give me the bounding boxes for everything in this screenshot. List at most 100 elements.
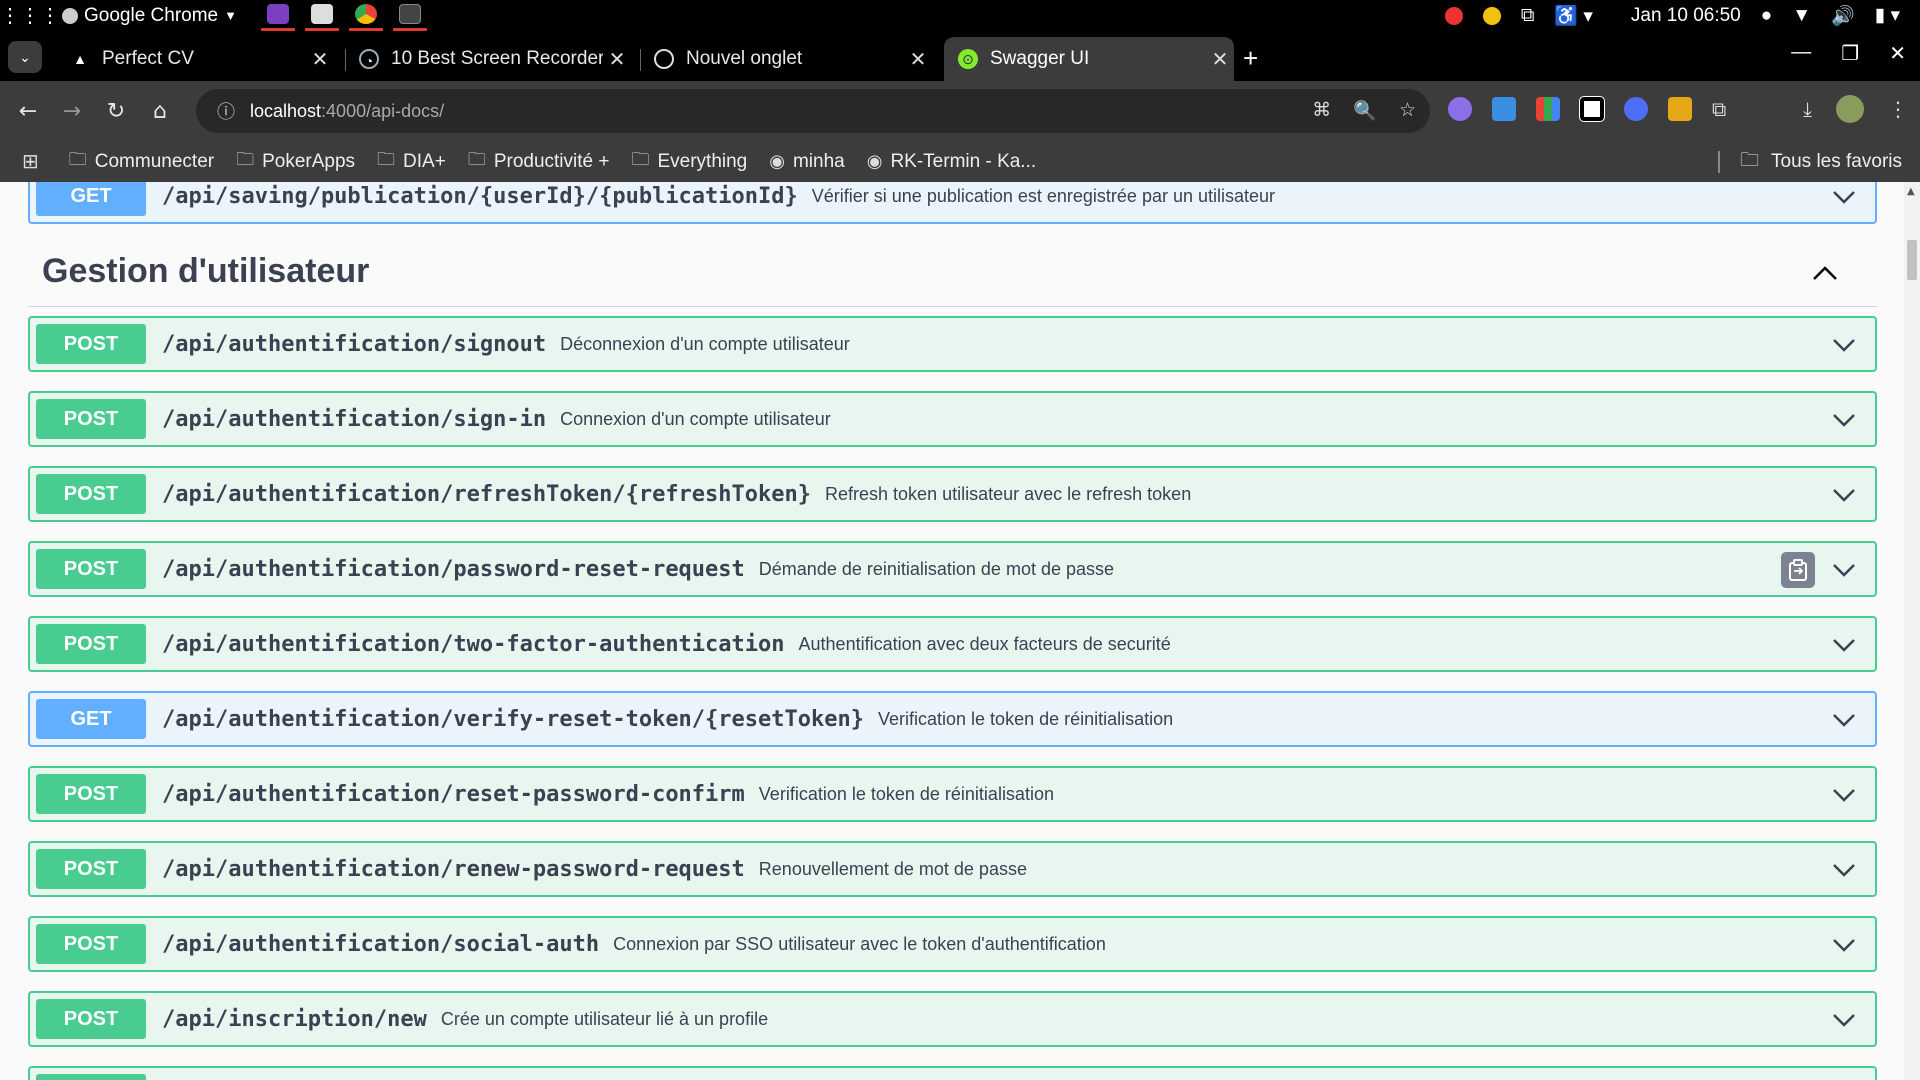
opblock-saving-publication[interactable]: GET /api/saving/publication/{userId}/{pu…	[28, 182, 1877, 224]
chevron-down-icon[interactable]	[1829, 330, 1859, 360]
opblock-api-authentification-sign-in[interactable]: POST/api/authentification/sign-in Connexi…	[28, 391, 1877, 447]
clock[interactable]: Jan 10 06:50	[1631, 5, 1741, 27]
apps-shortcut-icon[interactable]: ⊞	[22, 149, 39, 174]
scroll-up-icon[interactable]: ▲	[1907, 186, 1915, 197]
opblock-api-authentification-two-factor-authentication[interactable]: POST/api/authentification/two-factor-aut…	[28, 616, 1877, 672]
chevron-down-icon[interactable]	[1829, 555, 1859, 585]
volume-icon[interactable]: 🔊	[1831, 4, 1855, 28]
opblock-api-authentification-renew-password-request[interactable]: POST/api/authentification/renew-password…	[28, 841, 1877, 897]
opblock-api-authentification-password-reset-request[interactable]: POST/api/authentification/password-reset…	[28, 541, 1877, 597]
translate-icon[interactable]: ⌘	[1312, 99, 1331, 122]
bookmarks-bar: ⊞ 🗀 Communecter 🗀 PokerApps 🗀 DIA+ 🗀 Product…	[0, 141, 1920, 182]
extension-color-icon[interactable]	[1536, 97, 1560, 121]
profile-avatar[interactable]	[1836, 95, 1864, 123]
chevron-down-icon[interactable]	[1829, 930, 1859, 960]
restore-icon[interactable]: ❐	[1841, 41, 1859, 66]
chevron-down-icon[interactable]	[1829, 780, 1859, 810]
extension-yellow-icon[interactable]	[1668, 97, 1692, 121]
bookmark-rk-termin[interactable]: ◉ RK-Termin - Ka...	[867, 151, 1036, 173]
close-tab-icon[interactable]: ✕	[603, 47, 631, 72]
back-arrow-icon[interactable]: ←	[6, 89, 50, 133]
chevron-up-icon[interactable]	[1808, 256, 1842, 290]
tab-title: Perfect CV	[102, 48, 194, 69]
close-tab-icon[interactable]: ✕	[306, 47, 334, 72]
active-app-menu[interactable]: Google Chrome ▼	[62, 5, 237, 27]
tab-swagger-ui[interactable]: ⊙ Swagger UI ✕	[944, 37, 1234, 81]
chevron-down-icon[interactable]	[1829, 630, 1859, 660]
chrome-app-icon[interactable]	[349, 0, 383, 31]
text-editor-icon[interactable]	[305, 0, 339, 31]
bookmark-communecter[interactable]: 🗀 Communecter	[69, 147, 214, 177]
opblock-api-inscription-new[interactable]: POST/api/inscription/new Crée un compte u…	[28, 991, 1877, 1047]
opblock-api-authentification-verify-reset-token-resettoken[interactable]: GET/api/authentification/verify-reset-to…	[28, 691, 1877, 747]
all-bookmarks[interactable]: 🗀 Tous les favoris	[1718, 141, 1902, 182]
bookmark-minha[interactable]: ◉ minha	[769, 151, 844, 173]
section-title[interactable]: Gestion d'utilisateur	[42, 252, 369, 291]
new-tab-plus-icon[interactable]: +	[1243, 43, 1258, 74]
close-tab-icon[interactable]: ✕	[904, 47, 932, 72]
reload-icon[interactable]: ↻	[94, 89, 138, 133]
menu-kebab-icon[interactable]: ⋮	[1888, 97, 1908, 121]
method-badge: POST	[36, 399, 146, 439]
apps-grid-icon[interactable]: ⋮⋮⋮	[0, 3, 60, 28]
operation-summary: Connexion d'un compte utilisateur	[560, 408, 831, 429]
extension-purple-icon[interactable]	[1448, 97, 1472, 121]
method-badge: POST	[36, 324, 146, 364]
bookmark-productivite[interactable]: 🗀 Productivité +	[468, 147, 610, 177]
browser-toolbar: ← → ↻ ⌂ ⓘ localhost:4000/api-docs/ ⌘ 🔍 ☆…	[0, 81, 1920, 141]
chevron-down-icon[interactable]	[1829, 182, 1859, 212]
opblock-api-authentification-social-auth[interactable]: POST/api/authentification/social-auth Con…	[28, 916, 1877, 972]
method-badge: POST	[36, 774, 146, 814]
chevron-down-icon[interactable]	[1829, 480, 1859, 510]
minimize-icon[interactable]: —	[1791, 41, 1811, 66]
tab-perfect-cv[interactable]: ▲ Perfect CV ✕	[56, 37, 334, 81]
opblock-api-authentification-refreshtoken-refreshtoken[interactable]: POST/api/authentification/refreshToken/{…	[28, 466, 1877, 522]
page-scrollbar[interactable]: ▲	[1904, 182, 1920, 1080]
close-window-icon[interactable]: ✕	[1889, 41, 1906, 66]
do-not-disturb-icon[interactable]	[1444, 6, 1463, 25]
tab-nouvel-onglet[interactable]: Nouvel onglet ✕	[640, 37, 932, 81]
terminal-icon[interactable]	[393, 0, 427, 31]
bookmark-label: DIA+	[403, 150, 446, 172]
github-desktop-icon[interactable]	[261, 0, 295, 31]
battery-icon[interactable]: ▮ ▾	[1875, 4, 1900, 27]
tab-search-button[interactable]: ⌄	[8, 41, 42, 73]
forward-arrow-icon[interactable]: →	[50, 89, 94, 133]
notification-icon[interactable]	[1482, 6, 1501, 25]
screen: ⋮⋮⋮ Google Chrome ▼ ⧉ ♿ ▾ Jan 10 06:50 ●…	[0, 0, 1920, 1080]
chevron-down-icon[interactable]	[1829, 1005, 1859, 1035]
bookmark-star-icon[interactable]: ☆	[1399, 99, 1416, 122]
opblock-partial[interactable]: POST	[28, 1066, 1877, 1080]
opblock-api-authentification-reset-password-confirm[interactable]: POST/api/authentification/reset-password…	[28, 766, 1877, 822]
method-badge: POST	[36, 549, 146, 589]
extensions-puzzle-icon[interactable]: ⧉	[1712, 97, 1726, 121]
bookmark-pokerapps[interactable]: 🗀 PokerApps	[236, 147, 355, 177]
extension-snowflake-icon[interactable]	[1624, 97, 1648, 121]
download-icon[interactable]: ⤓	[1803, 97, 1812, 121]
close-tab-icon[interactable]: ✕	[1206, 47, 1234, 72]
extension-square-icon[interactable]	[1579, 96, 1605, 122]
bookmark-everything[interactable]: 🗀 Everything	[631, 147, 747, 177]
perfect-cv-favicon: ▲	[73, 51, 87, 67]
zoom-icon[interactable]: 🔍	[1353, 99, 1377, 122]
extension-blue-icon[interactable]	[1492, 97, 1516, 121]
home-icon[interactable]: ⌂	[138, 89, 182, 133]
bookmark-label: PokerApps	[262, 150, 356, 172]
operation-path: /api/authentification/sign-in	[162, 406, 547, 432]
tab-screen-recorder[interactable]: ◔ 10 Best Screen Recorder ✕	[345, 37, 631, 81]
chevron-down-icon[interactable]	[1829, 405, 1859, 435]
folder-icon: 🗀	[1740, 149, 1760, 171]
chevron-down-icon[interactable]	[1829, 855, 1859, 885]
site-info-icon[interactable]: ⓘ	[208, 98, 244, 124]
scroll-thumb[interactable]	[1907, 240, 1917, 280]
screen-share-icon[interactable]: ⧉	[1521, 5, 1535, 27]
wifi-icon[interactable]: ▼	[1792, 5, 1811, 27]
address-bar[interactable]: ⓘ localhost:4000/api-docs/ ⌘ 🔍 ☆	[196, 89, 1430, 133]
bookmark-dia-plus[interactable]: 🗀 DIA+	[377, 147, 446, 177]
accessibility-icon[interactable]: ♿ ▾	[1554, 4, 1592, 28]
opblock-api-authentification-signout[interactable]: POST/api/authentification/signout Déconne…	[28, 316, 1877, 372]
method-badge: POST	[36, 924, 146, 964]
tab-title: Swagger UI	[990, 48, 1090, 69]
chevron-down-icon[interactable]	[1829, 705, 1859, 735]
copy-to-clipboard-button[interactable]	[1781, 552, 1815, 588]
